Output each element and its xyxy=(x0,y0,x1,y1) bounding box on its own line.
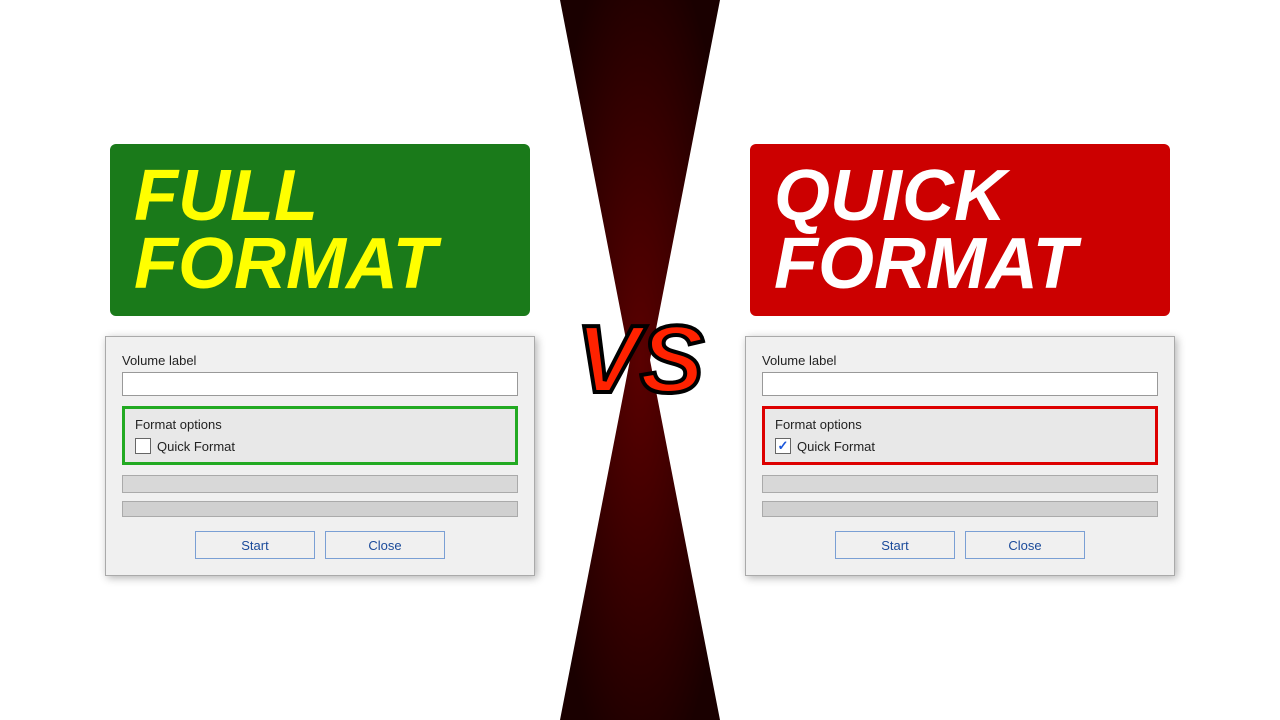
page-container: VS FULL FORMAT Volume label Format optio… xyxy=(0,0,1280,720)
left-progress-bar2 xyxy=(122,501,518,517)
left-panel: FULL FORMAT Volume label Format options … xyxy=(70,144,570,577)
right-quick-format-checkbox[interactable]: ✓ xyxy=(775,438,791,454)
quick-format-title: QUICK FORMAT xyxy=(774,162,1146,299)
right-volume-input[interactable] xyxy=(762,372,1158,396)
right-start-button[interactable]: Start xyxy=(835,531,955,559)
left-format-options-heading: Format options xyxy=(135,417,505,432)
vs-center: VS xyxy=(560,0,720,720)
left-dialog: Volume label Format options Quick Format… xyxy=(105,336,535,576)
left-volume-label: Volume label xyxy=(122,353,518,368)
right-quick-format-row: ✓ Quick Format xyxy=(775,438,1145,454)
left-volume-input[interactable] xyxy=(122,372,518,396)
left-format-options-box: Format options Quick Format xyxy=(122,406,518,465)
right-format-options-box: Format options ✓ Quick Format xyxy=(762,406,1158,465)
right-volume-label: Volume label xyxy=(762,353,1158,368)
full-format-banner: FULL FORMAT xyxy=(110,144,530,317)
left-start-button[interactable]: Start xyxy=(195,531,315,559)
right-format-options-heading: Format options xyxy=(775,417,1145,432)
right-progress-bar2 xyxy=(762,501,1158,517)
right-dialog-buttons: Start Close xyxy=(762,531,1158,559)
right-progress-bar xyxy=(762,475,1158,493)
left-quick-format-checkbox[interactable] xyxy=(135,438,151,454)
left-dialog-buttons: Start Close xyxy=(122,531,518,559)
left-quick-format-row: Quick Format xyxy=(135,438,505,454)
full-format-title: FULL FORMAT xyxy=(134,162,506,299)
right-dialog: Volume label Format options ✓ Quick Form… xyxy=(745,336,1175,576)
right-close-button[interactable]: Close xyxy=(965,531,1085,559)
quick-format-banner: QUICK FORMAT xyxy=(750,144,1170,317)
left-close-button[interactable]: Close xyxy=(325,531,445,559)
vs-label: VS xyxy=(576,312,704,408)
right-quick-format-label: Quick Format xyxy=(797,439,875,454)
left-quick-format-label: Quick Format xyxy=(157,439,235,454)
right-panel: QUICK FORMAT Volume label Format options… xyxy=(710,144,1210,577)
left-progress-bar xyxy=(122,475,518,493)
